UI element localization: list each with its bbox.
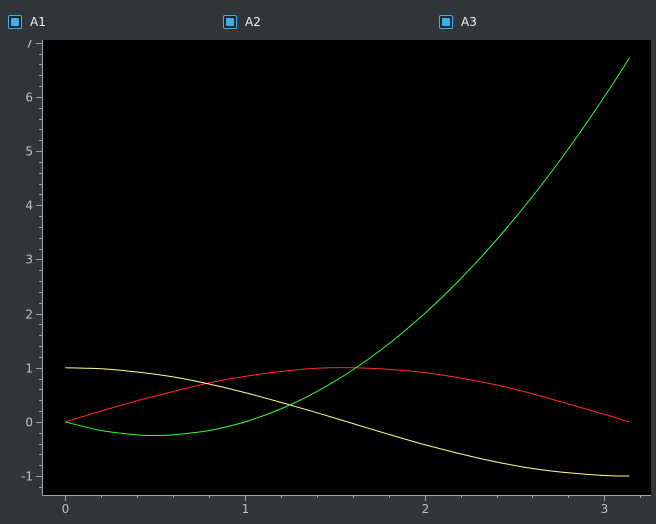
checkmark-icon [226, 18, 234, 26]
checkbox-a3[interactable] [439, 15, 453, 29]
checkmark-icon [11, 18, 19, 26]
y-tick-label: 0 [25, 416, 33, 430]
y-tick-label: 5 [25, 145, 33, 159]
x-tick-label: 1 [242, 502, 250, 516]
line-chart: -1 0 1 2 3 4 5 6 7 0 1 2 3 [21, 40, 651, 516]
checkbox-a2[interactable] [223, 15, 237, 29]
y-tick-label: 4 [25, 199, 33, 213]
x-tick-label: 2 [422, 502, 430, 516]
plot-frame: -1 0 1 2 3 4 5 6 7 0 1 2 3 [5, 40, 651, 519]
checkmark-icon [442, 18, 450, 26]
y-tick-label: 6 [25, 91, 33, 105]
y-tick-label: 7 [25, 40, 33, 51]
series-toggle-a1[interactable]: A1 [8, 12, 46, 32]
y-tick-label: 1 [25, 362, 33, 376]
legend-bar: A1 A2 A3 [0, 0, 656, 40]
plot-area [42, 40, 651, 495]
x-tick-label: 3 [601, 502, 609, 516]
series-label-a3: A3 [461, 15, 477, 29]
y-tick-label: 2 [25, 308, 33, 322]
checkbox-a1[interactable] [8, 15, 22, 29]
y-tick-label: 3 [25, 253, 33, 267]
x-tick-label: 0 [62, 502, 70, 516]
series-label-a1: A1 [30, 15, 46, 29]
series-toggle-a3[interactable]: A3 [439, 12, 477, 32]
series-toggle-a2[interactable]: A2 [223, 12, 261, 32]
y-tick-label: -1 [21, 470, 33, 484]
series-label-a2: A2 [245, 15, 261, 29]
